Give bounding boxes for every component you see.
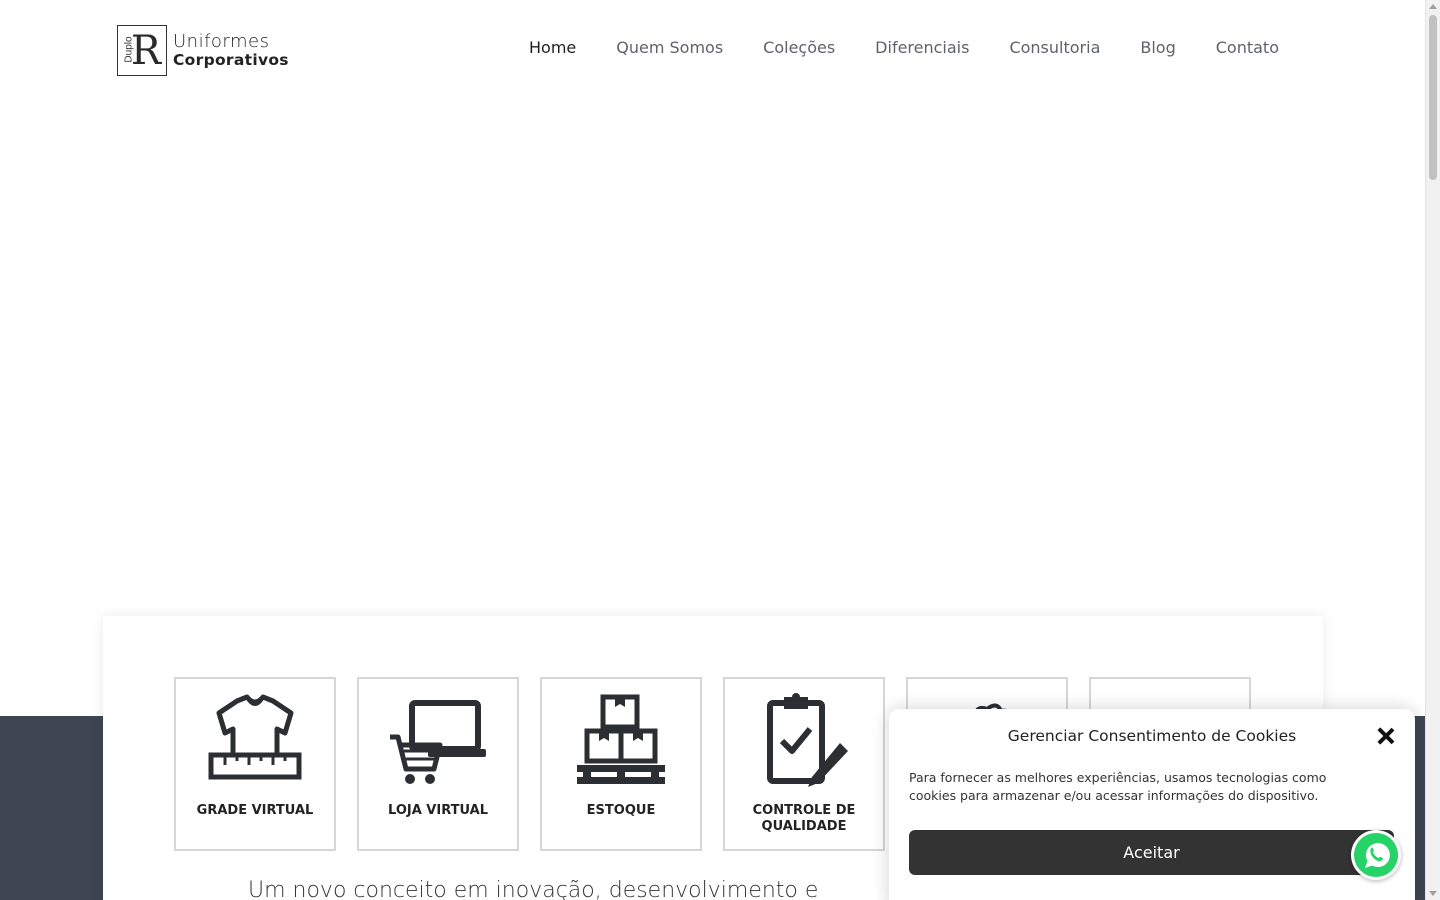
nav-blog[interactable]: Blog xyxy=(1140,38,1175,57)
site-logo[interactable]: Duplo R Uniformes Corporativos xyxy=(117,25,289,76)
whatsapp-icon xyxy=(1354,833,1398,877)
feature-controle-de-qualidade[interactable]: CONTROLE DE QUALIDADE xyxy=(723,677,885,851)
logo-mark: Duplo R xyxy=(117,25,167,76)
clipboard-check-icon xyxy=(767,693,848,787)
scroll-down-arrow-icon[interactable] xyxy=(1429,891,1437,896)
feature-loja-virtual[interactable]: LOJA VIRTUAL xyxy=(357,677,519,851)
nav-consultoria[interactable]: Consultoria xyxy=(1009,38,1100,57)
feature-label: GRADE VIRTUAL xyxy=(196,803,314,818)
feature-label: ESTOQUE xyxy=(586,803,656,818)
logo-mark-letter: R xyxy=(130,28,161,74)
cart-laptop-icon xyxy=(390,700,486,784)
scroll-up-arrow-icon[interactable] xyxy=(1429,4,1437,9)
hero-tagline: Um novo conceito em inovação, desenvolvi… xyxy=(248,878,819,900)
nav-quem-somos[interactable]: Quem Somos xyxy=(616,38,723,57)
nav-contato[interactable]: Contato xyxy=(1216,38,1279,57)
cookie-dialog-title: Gerenciar Consentimento de Cookies xyxy=(1007,727,1297,745)
cookie-dialog-text: Para fornecer as melhores experiências, … xyxy=(909,770,1327,803)
page-scrollbar[interactable] xyxy=(1425,0,1440,900)
nav-colecoes[interactable]: Coleções xyxy=(763,38,835,57)
logo-line-2: Corporativos xyxy=(173,50,289,69)
logo-wordmark: Uniformes Corporativos xyxy=(173,32,289,70)
nav-home[interactable]: Home xyxy=(529,38,576,57)
feature-label: LOJA VIRTUAL xyxy=(388,803,488,818)
nav-diferenciais[interactable]: Diferenciais xyxy=(875,38,969,57)
feature-label: CONTROLE DE QUALIDADE xyxy=(752,803,856,834)
shirt-ruler-icon xyxy=(208,694,302,780)
feature-estoque[interactable]: ESTOQUE xyxy=(540,677,702,851)
logo-line-1: Uniformes xyxy=(173,30,270,52)
feature-grade-virtual[interactable]: GRADE VIRTUAL xyxy=(174,677,336,851)
main-nav: Home Quem Somos Coleções Diferenciais Co… xyxy=(529,38,1279,57)
close-icon[interactable] xyxy=(1375,726,1395,746)
whatsapp-button[interactable] xyxy=(1351,830,1401,880)
scrollbar-thumb[interactable] xyxy=(1429,15,1437,180)
boxes-pallet-icon xyxy=(577,694,665,784)
accept-cookies-button[interactable]: Aceitar xyxy=(909,830,1394,875)
cookie-consent-dialog: Gerenciar Consentimento de Cookies Para … xyxy=(889,709,1415,900)
